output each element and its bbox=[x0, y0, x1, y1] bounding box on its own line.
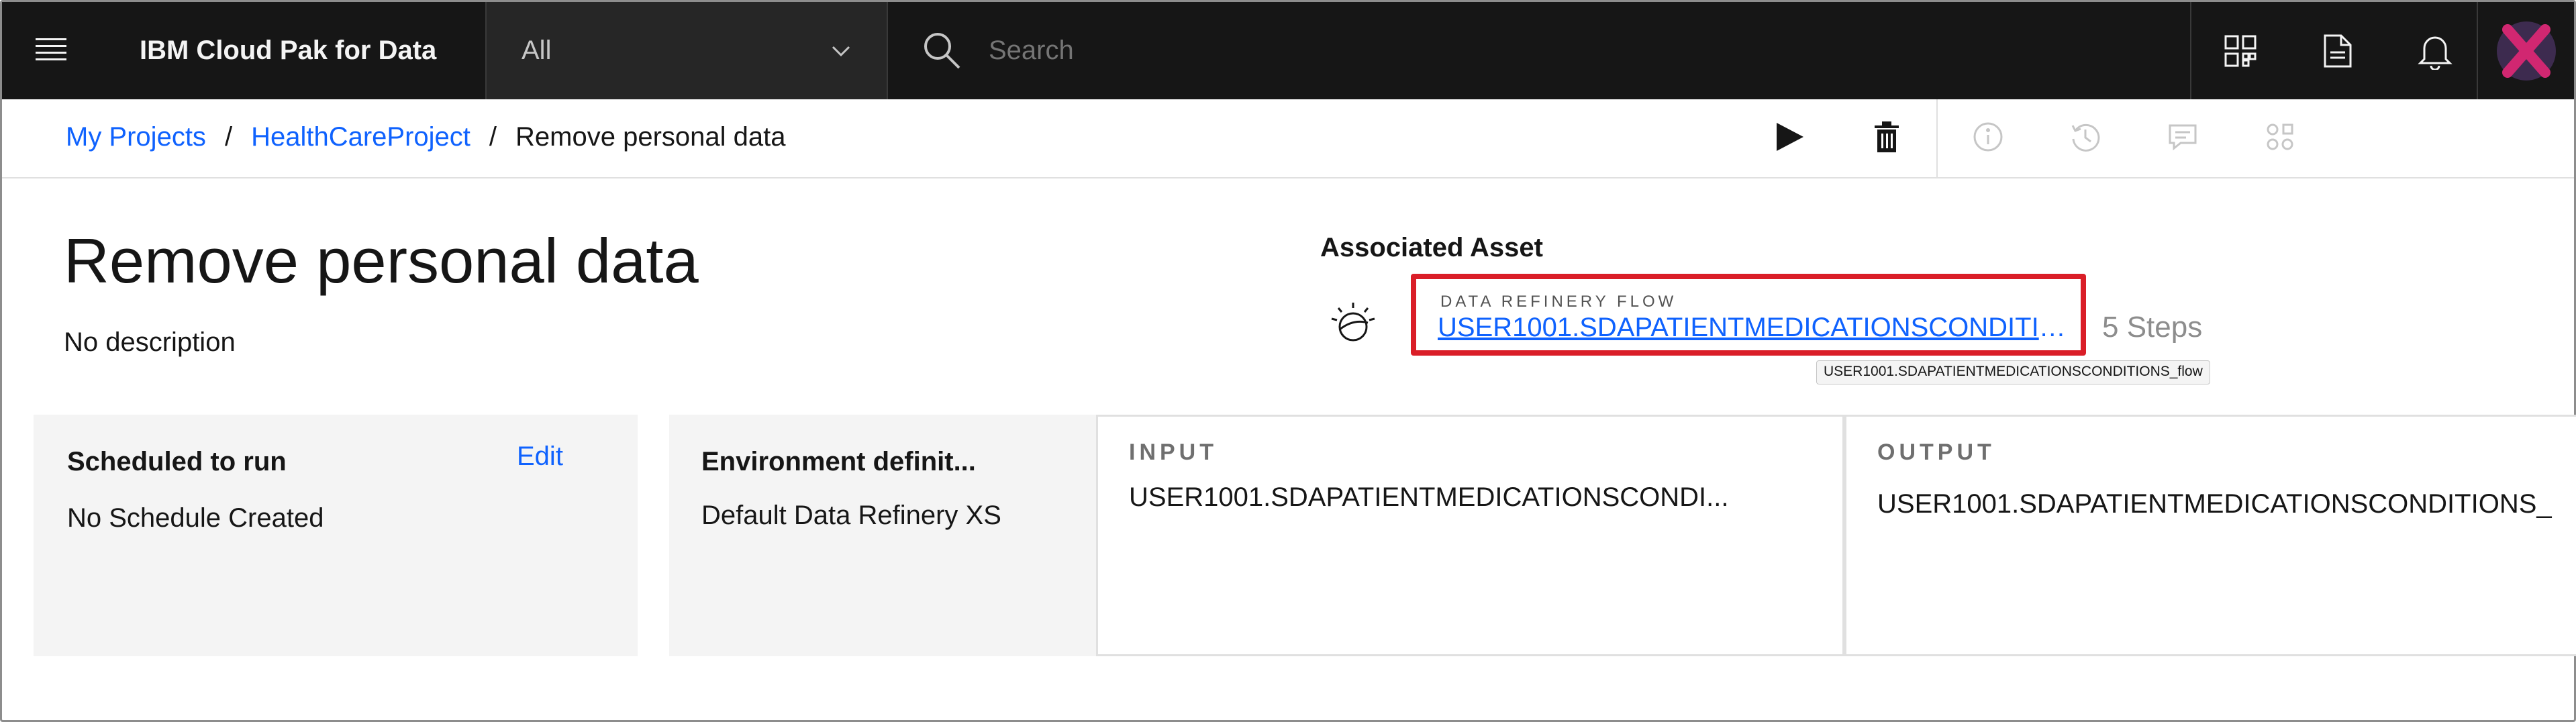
top-header: IBM Cloud Pak for Data All bbox=[2, 2, 2574, 99]
asset-type-label: DATA REFINERY FLOW bbox=[1440, 293, 1677, 311]
grid-settings-icon bbox=[2265, 121, 2295, 156]
input-card: INPUT USER1001.SDAPATIENTMEDICATIONSCOND… bbox=[1096, 415, 1844, 656]
breadcrumb-separator: / bbox=[489, 122, 497, 152]
schedule-value: No Schedule Created bbox=[67, 503, 324, 533]
associated-asset-heading: Associated Asset bbox=[1320, 233, 1543, 262]
input-value: USER1001.SDAPATIENTMEDICATIONSCONDI... bbox=[1129, 482, 1729, 512]
chat-icon bbox=[2167, 121, 2198, 156]
run-button[interactable] bbox=[1740, 99, 1838, 177]
output-card: OUTPUT USER1001.SDAPATIENTMEDICATIONSCON… bbox=[1844, 415, 2576, 656]
search-input[interactable] bbox=[989, 2, 2130, 99]
search-icon[interactable] bbox=[920, 29, 963, 75]
product-name[interactable]: IBM Cloud Pak for Data bbox=[140, 2, 436, 99]
output-label: OUTPUT bbox=[1877, 440, 1995, 465]
user-avatar-icon[interactable] bbox=[2477, 2, 2574, 99]
output-value: USER1001.SDAPATIENTMEDICATIONSCONDITIONS… bbox=[1877, 489, 2552, 519]
info-icon bbox=[1973, 121, 2003, 156]
edit-schedule-link[interactable]: Edit bbox=[517, 442, 563, 472]
schedule-card-title: Scheduled to run bbox=[67, 447, 287, 476]
environment-card: Environment definit... Default Data Refi… bbox=[669, 415, 1099, 656]
settings-button[interactable] bbox=[2231, 99, 2328, 177]
asset-link-tooltip: USER1001.SDAPATIENTMEDICATIONSCONDITIONS… bbox=[1816, 360, 2210, 384]
trash-icon bbox=[1873, 120, 1900, 157]
environment-value: Default Data Refinery XS bbox=[701, 501, 1001, 530]
breadcrumb-bar: My Projects / HealthCareProject / Remove… bbox=[2, 99, 2574, 178]
associated-asset-highlight: DATA REFINERY FLOW USER1001.SDAPATIENTME… bbox=[1411, 274, 2086, 356]
scope-dropdown[interactable]: All bbox=[485, 2, 888, 99]
breadcrumb-separator: / bbox=[224, 122, 233, 152]
input-label: INPUT bbox=[1129, 440, 1218, 465]
comments-button[interactable] bbox=[2134, 99, 2231, 177]
delete-button[interactable] bbox=[1838, 99, 1935, 177]
page-title: Remove personal data bbox=[64, 225, 699, 296]
apps-grid-icon[interactable] bbox=[2191, 2, 2289, 99]
breadcrumb-current: Remove personal data bbox=[515, 122, 786, 152]
asset-steps-count: 5 Steps bbox=[2102, 311, 2203, 344]
info-button[interactable] bbox=[1939, 99, 2036, 177]
history-icon bbox=[2070, 121, 2101, 156]
history-button[interactable] bbox=[2036, 99, 2134, 177]
breadcrumb-link-project[interactable]: HealthCareProject bbox=[251, 99, 470, 174]
toolbar-divider bbox=[1936, 99, 1938, 177]
breadcrumb-link-my-projects[interactable]: My Projects bbox=[66, 99, 206, 174]
hamburger-icon bbox=[35, 37, 66, 64]
header-actions bbox=[2190, 2, 2483, 99]
document-icon[interactable] bbox=[2289, 2, 2386, 99]
environment-card-title: Environment definit... bbox=[701, 447, 976, 476]
main-menu-button[interactable] bbox=[2, 2, 99, 99]
data-refinery-icon bbox=[1329, 299, 1380, 353]
scope-selected-value: All bbox=[522, 36, 552, 65]
play-icon bbox=[1773, 120, 1806, 157]
notification-bell-icon[interactable] bbox=[2386, 2, 2483, 99]
page-description: No description bbox=[64, 327, 236, 357]
job-toolbar bbox=[1740, 99, 2328, 177]
chevron-down-icon bbox=[829, 39, 853, 66]
asset-flow-link[interactable]: USER1001.SDAPATIENTMEDICATIONSCONDITIONS… bbox=[1438, 313, 2075, 343]
breadcrumb: My Projects / HealthCareProject / Remove… bbox=[66, 99, 785, 174]
schedule-card: Scheduled to run Edit No Schedule Create… bbox=[34, 415, 638, 656]
